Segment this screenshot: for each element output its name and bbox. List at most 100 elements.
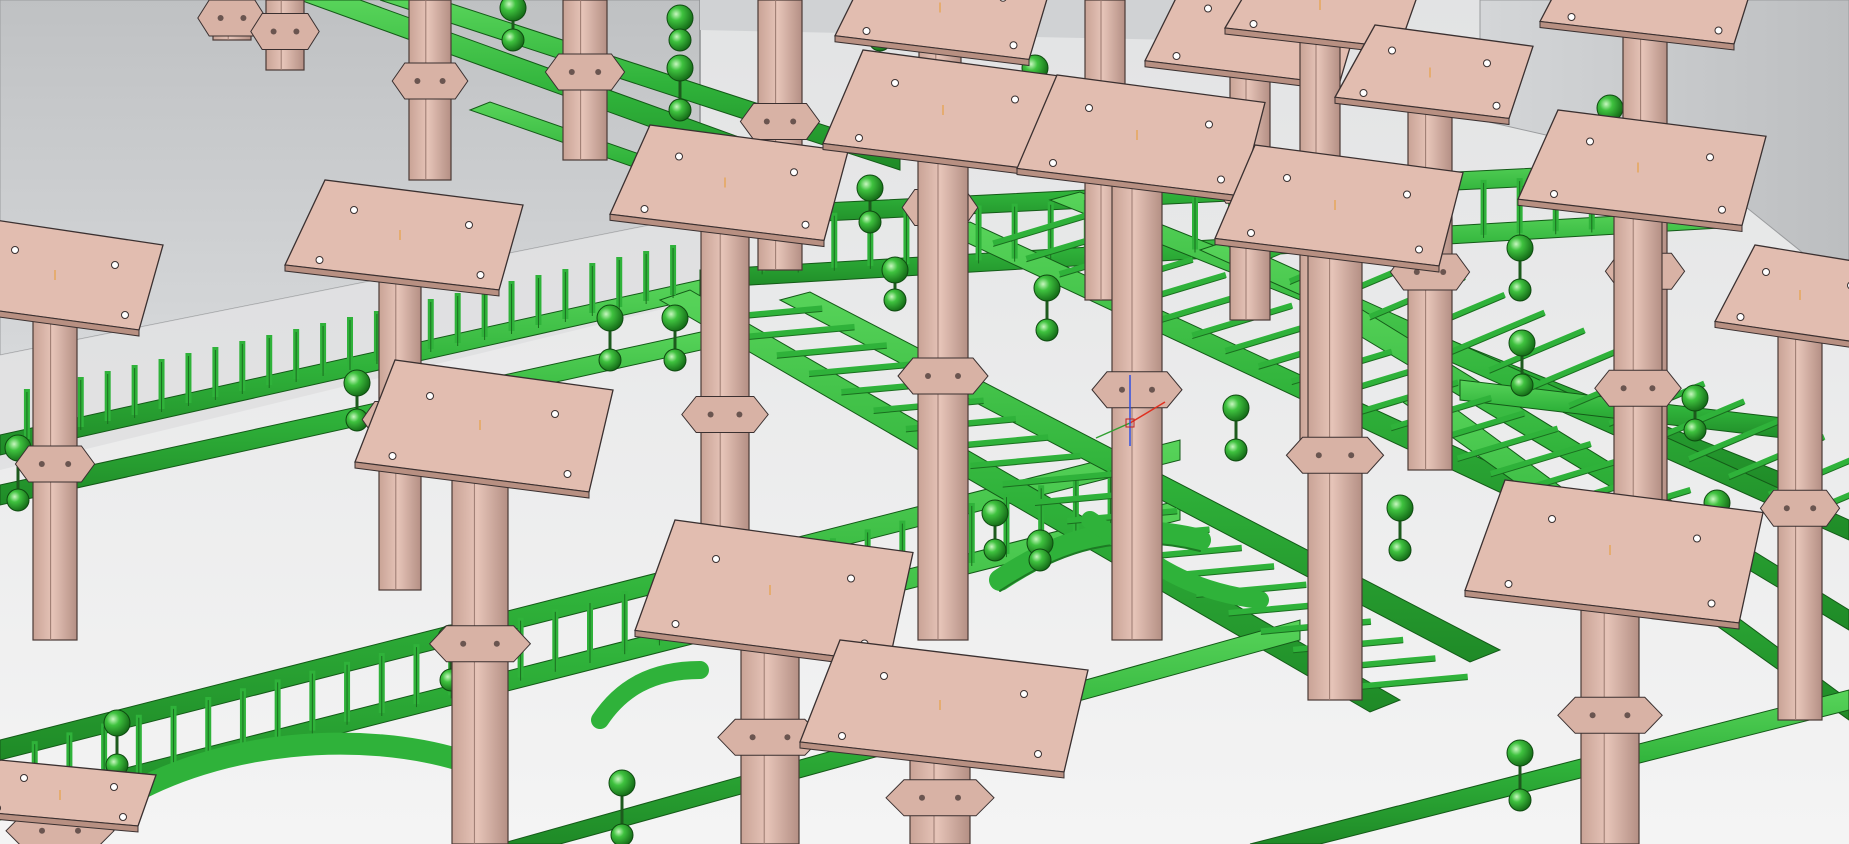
bolt-hole	[1085, 104, 1093, 112]
rod-nut-ball	[1388, 538, 1412, 562]
rod-nut-ball	[858, 210, 882, 234]
bolt-hole	[1247, 229, 1255, 237]
bolt-hole	[1415, 245, 1423, 254]
rod-nut-ball	[608, 769, 636, 797]
column-bracket	[544, 53, 626, 91]
bolt-hole	[426, 392, 434, 400]
bolt-hole	[891, 79, 899, 87]
bolt-hole	[838, 732, 846, 740]
bolt-hole	[1548, 515, 1556, 523]
bolt-hole	[790, 168, 798, 177]
bolt-hole	[847, 574, 855, 583]
bolt-hole	[1172, 52, 1181, 60]
bolt-hole	[1359, 89, 1368, 97]
bolt-hole	[1706, 153, 1714, 162]
column-bracket	[1594, 369, 1682, 407]
bolt-hole	[1034, 750, 1042, 758]
bolt-hole	[1049, 159, 1057, 167]
bolt-hole	[1762, 268, 1770, 276]
bolt-hole	[1388, 46, 1396, 55]
rod-nut-ball	[668, 28, 692, 52]
column-bracket	[14, 445, 96, 483]
rod-nut-ball	[1508, 329, 1536, 357]
rod-nut-ball	[499, 0, 527, 22]
bolt-hole	[1249, 20, 1258, 28]
rod-nut-ball	[103, 709, 131, 737]
rod-nut-ball	[1222, 394, 1250, 422]
column-bracket	[391, 62, 469, 100]
rod-nut-ball	[1510, 373, 1534, 397]
bolt-hole	[1693, 534, 1701, 543]
bolt-hole	[551, 410, 559, 418]
bolt-hole	[675, 152, 683, 161]
rod-nut-ball	[666, 54, 694, 82]
bolt-hole	[880, 672, 888, 680]
rod-nut-ball	[1035, 318, 1059, 342]
bolt-hole	[111, 261, 119, 269]
bolt-hole	[640, 205, 649, 213]
rod-nut-ball	[1508, 788, 1532, 812]
bolt-hole	[1020, 690, 1028, 698]
bolt-hole	[1718, 205, 1726, 214]
bolt-hole	[1714, 26, 1723, 35]
rod-nut-ball	[1506, 234, 1534, 262]
bolt-hole	[121, 311, 129, 319]
rod-nut-ball	[1506, 739, 1534, 767]
bolt-hole	[110, 783, 118, 791]
column-bracket	[1759, 489, 1841, 527]
bolt-hole	[1011, 95, 1019, 104]
bolt-hole	[1009, 41, 1018, 50]
rod-nut-ball	[1681, 384, 1709, 412]
column-bracket	[250, 13, 320, 50]
bolt-hole	[11, 246, 19, 254]
rod-nut-ball	[883, 288, 907, 312]
bolt-hole	[712, 555, 720, 563]
column-bracket	[681, 396, 769, 433]
bolt-hole	[1217, 175, 1225, 184]
bolt-hole	[388, 452, 397, 460]
rod-nut-ball	[343, 369, 371, 397]
rod-nut-ball	[1508, 278, 1532, 302]
column-bracket	[428, 625, 532, 663]
bolt-hole	[20, 774, 28, 782]
rod-nut-ball	[668, 98, 692, 122]
bolt-hole	[1205, 120, 1213, 129]
rod-nut-ball	[501, 28, 525, 52]
rod-nut-ball	[663, 348, 687, 372]
bolt-hole	[1483, 59, 1491, 68]
bolt-hole	[563, 470, 572, 478]
threaded-rod	[1026, 529, 1054, 572]
bolt-hole	[1586, 137, 1594, 146]
rod-nut-ball	[661, 304, 689, 332]
column-bracket	[739, 103, 821, 140]
bolt-hole	[855, 134, 863, 142]
bolt-hole	[315, 256, 324, 264]
rod-nut-ball	[1683, 418, 1707, 442]
rod-nut-ball	[1028, 548, 1052, 572]
rod-nut-ball	[881, 256, 909, 284]
bolt-hole	[350, 206, 358, 214]
column-bracket	[1557, 696, 1663, 734]
model-scene	[0, 0, 1849, 844]
support-column	[0, 759, 157, 844]
bolt-hole	[801, 220, 810, 229]
rod-nut-ball	[610, 823, 634, 844]
bolt-hole	[862, 27, 871, 35]
rod-nut-ball	[983, 538, 1007, 562]
column-bracket	[1285, 436, 1385, 474]
cad-3d-viewport[interactable]	[0, 0, 1849, 844]
column-bracket	[1091, 371, 1183, 409]
rod-nut-ball	[1224, 438, 1248, 462]
rod-nut-ball	[856, 174, 884, 202]
bolt-hole	[1707, 599, 1716, 608]
bolt-hole	[1283, 174, 1291, 182]
bolt-hole	[1204, 4, 1212, 13]
bolt-hole	[476, 271, 485, 279]
rod-nut-ball	[1033, 274, 1061, 302]
bolt-hole	[1403, 190, 1411, 199]
bolt-hole	[671, 620, 680, 628]
rod-nut-ball	[598, 348, 622, 372]
bolt-hole	[465, 221, 473, 229]
bolt-hole	[119, 813, 127, 821]
bolt-hole	[1567, 13, 1576, 21]
